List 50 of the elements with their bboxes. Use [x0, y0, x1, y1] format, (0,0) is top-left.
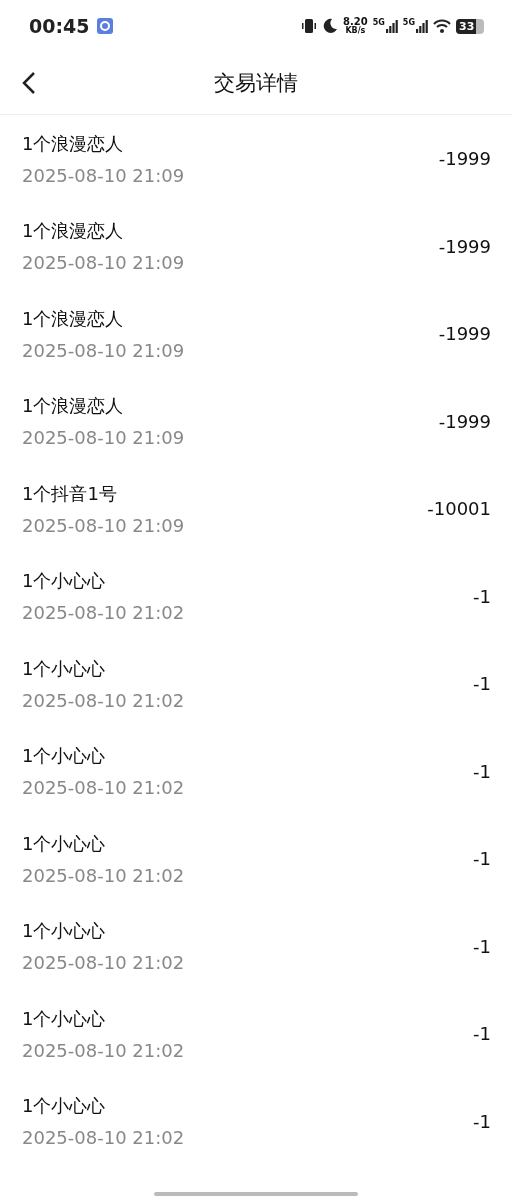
transaction-amount: -1: [473, 585, 491, 607]
transaction-amount: -1: [473, 673, 491, 695]
transaction-date: 2025-08-10 21:02: [22, 1039, 185, 1061]
transaction-title: 1个小心心: [22, 744, 107, 769]
network-speed: 8.20: [343, 17, 368, 27]
wifi-icon: [433, 19, 451, 33]
signal-icon: [416, 19, 428, 33]
battery-level: 33: [456, 18, 477, 34]
transaction-title: 1个浪漫恋人: [22, 131, 125, 156]
transaction-date: 2025-08-10 21:09: [22, 252, 185, 274]
page-title: 交易详情: [214, 70, 298, 97]
transaction-amount: -1: [473, 848, 491, 870]
transaction-date: 2025-08-10 21:02: [22, 864, 185, 886]
transaction-title: 1个抖音1号: [22, 481, 118, 506]
transaction-amount: -1: [473, 1110, 491, 1132]
transaction-date: 2025-08-10 21:02: [22, 777, 185, 799]
transaction-date: 2025-08-10 21:02: [22, 952, 185, 974]
transaction-amount: -10001: [427, 498, 491, 520]
vibrate-icon: [301, 18, 318, 34]
transaction-amount: -1: [473, 760, 491, 782]
network-type: 5G: [372, 19, 385, 27]
speed-unit: KB/s: [345, 27, 366, 35]
transaction-title: 1个浪漫恋人: [22, 394, 125, 419]
transaction-title: 1个浪漫恋人: [22, 306, 125, 331]
transaction-title: 1个小心心: [22, 919, 107, 944]
moon-icon: [322, 18, 339, 34]
transaction-title: 1个浪漫恋人: [22, 219, 125, 244]
transaction-date: 2025-08-10 21:09: [22, 427, 185, 449]
transaction-title: 1个小心心: [22, 656, 107, 681]
transaction-title: 1个小心心: [22, 1094, 107, 1119]
transaction-amount: -1999: [438, 410, 491, 432]
transaction-date: 2025-08-10 21:09: [22, 339, 185, 361]
transaction-amount: -1999: [438, 235, 491, 257]
transaction-amount: -1999: [438, 323, 491, 345]
transaction-title: 1个小心心: [22, 831, 107, 856]
signal-icon: [385, 19, 398, 33]
transaction-title: 1个小心心: [22, 569, 107, 594]
transaction-date: 2025-08-10 21:02: [22, 689, 185, 711]
transaction-amount: -1999: [438, 148, 491, 170]
back-icon[interactable]: [22, 71, 36, 95]
app-notification-icon: [97, 18, 114, 34]
transaction-date: 2025-08-10 21:09: [22, 514, 185, 536]
transaction-amount: -1: [473, 1023, 491, 1045]
status-time: 00:45: [29, 15, 90, 37]
transaction-date: 2025-08-10 21:02: [22, 602, 185, 624]
transaction-date: 2025-08-10 21:02: [22, 1127, 185, 1149]
transaction-amount: -1: [473, 935, 491, 957]
transaction-date: 2025-08-10 21:09: [22, 164, 185, 186]
network-type: 5G: [402, 19, 415, 27]
transaction-title: 1个小心心: [22, 1006, 107, 1031]
